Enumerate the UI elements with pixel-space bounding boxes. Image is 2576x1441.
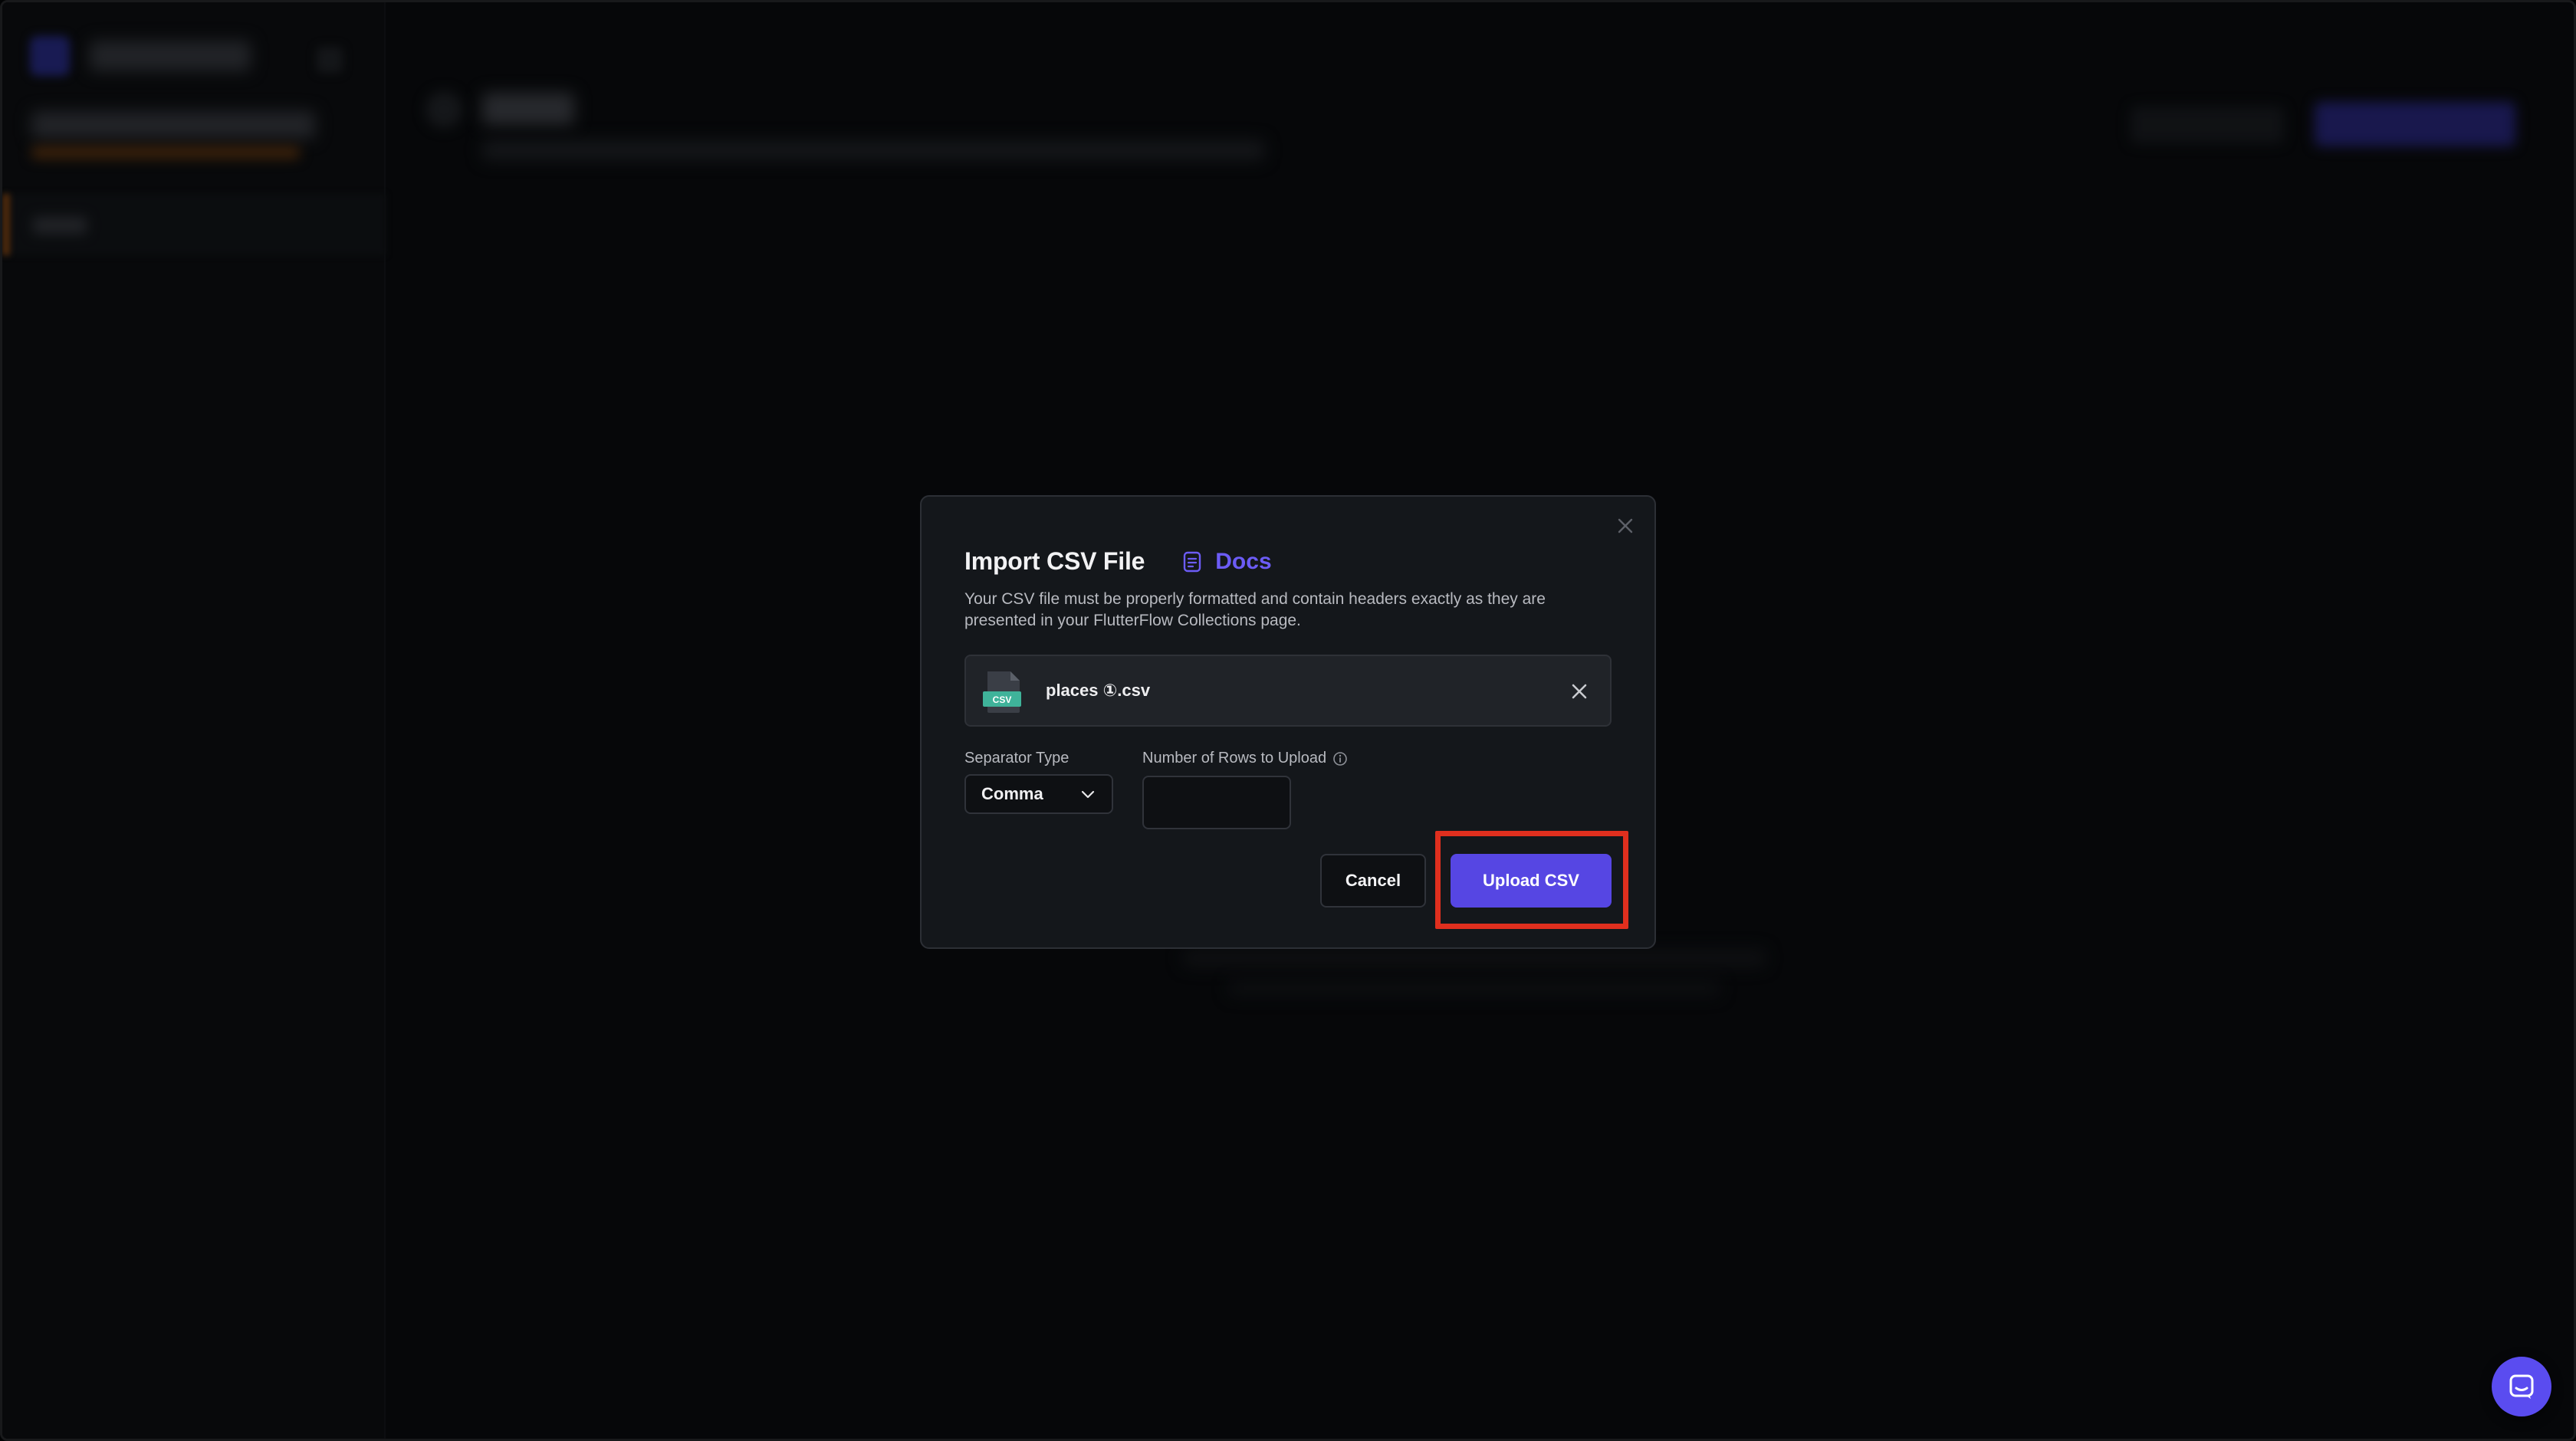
upload-csv-button[interactable]: Upload CSV [1451,854,1612,908]
modal-title: Import CSV File [964,547,1145,575]
modal-description: Your CSV file must be properly formatted… [964,590,1546,629]
separator-type-value: Comma [981,784,1043,803]
csv-file-icon: CSV [983,671,1021,713]
chevron-down-icon [1079,786,1096,803]
remove-file-button[interactable] [1562,675,1596,708]
cancel-button[interactable]: Cancel [1320,854,1426,908]
rows-to-upload-input[interactable] [1142,776,1291,829]
close-icon [1618,518,1633,533]
rows-to-upload-label: Number of Rows to Upload [1142,750,1327,766]
separator-type-select[interactable]: Comma [964,774,1113,814]
modal-header: Import CSV File Docs [964,547,1272,576]
import-csv-modal: Import CSV File Docs Your CSV file must … [920,495,1656,949]
info-icon[interactable] [1332,751,1348,766]
selected-file-row: CSV places ①.csv [964,655,1612,727]
rows-to-upload-label-group: Number of Rows to Upload [1142,750,1348,767]
separator-type-label: Separator Type [964,750,1070,766]
file-name: places ①.csv [1046,681,1151,700]
docs-label: Docs [1215,548,1272,574]
docs-link[interactable]: Docs [1180,548,1272,575]
document-icon [1180,550,1204,574]
chat-bubble-icon [2509,1374,2534,1399]
csv-badge-label: CSV [993,694,1012,705]
chat-launcher-button[interactable] [2492,1357,2551,1416]
modal-close-button[interactable] [1610,510,1641,541]
close-icon [1572,684,1587,699]
